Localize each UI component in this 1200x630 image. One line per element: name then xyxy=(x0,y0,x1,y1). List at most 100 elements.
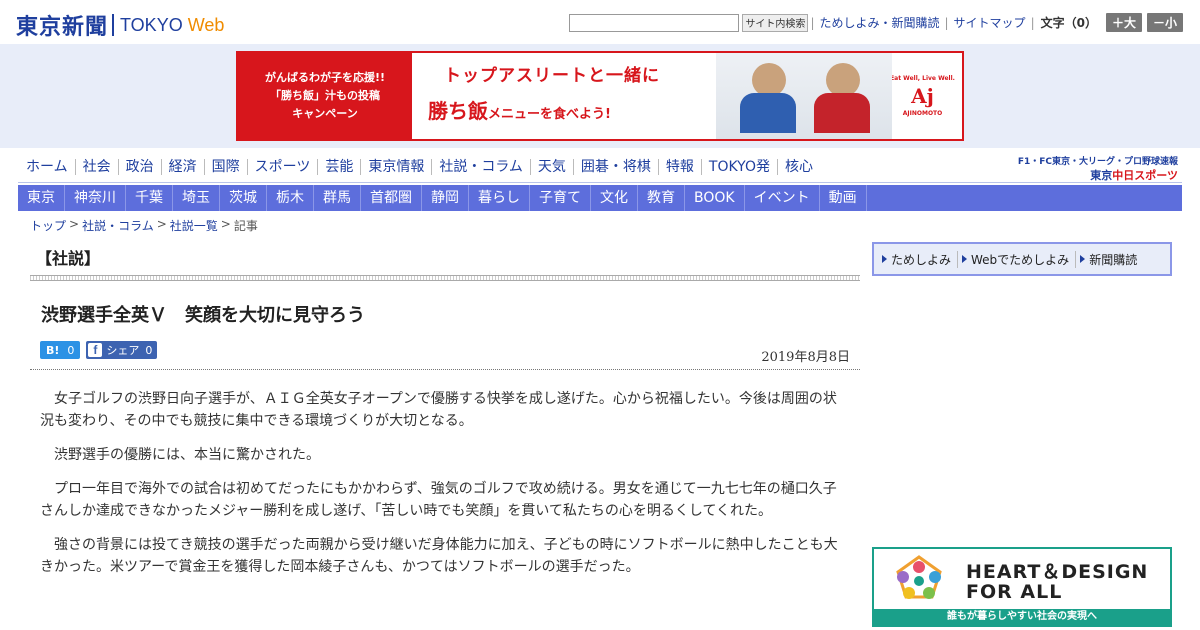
arrow-right-icon xyxy=(882,255,887,263)
region-item-book[interactable]: BOOK xyxy=(685,185,745,211)
region-item-gunma[interactable]: 群馬 xyxy=(314,185,361,211)
sports-link-prefix: 東京 xyxy=(1090,169,1113,182)
breadcrumb-separator: > xyxy=(69,217,80,231)
ad-athletes-photo xyxy=(716,53,892,139)
breadcrumb: トップ > 社説・コラム > 社説一覧 > 記事 xyxy=(30,217,258,234)
facebook-icon: f xyxy=(88,343,103,357)
nav-item-society[interactable]: 社会 xyxy=(76,159,119,175)
ad-brand-name: AJINOMOTO xyxy=(902,110,943,117)
share-buttons: B! 0 f シェア 0 xyxy=(40,341,158,359)
breadcrumb-current: 記事 xyxy=(233,219,258,233)
nav-item-tokyo-hatsu[interactable]: TOKYO発 xyxy=(702,159,778,175)
nav-item-economy[interactable]: 経済 xyxy=(162,159,205,175)
article-paragraph: プロ一年目で海外での試合は初めてだったにもかかわらず、強気のゴルフで攻め続ける。… xyxy=(40,481,837,519)
article-paragraph: 強さの背景には投てき競技の選手だった両親から受け継いだ身体能力に加え、子どもの時… xyxy=(40,537,838,575)
region-item-culture[interactable]: 文化 xyxy=(591,185,638,211)
logo-divider xyxy=(112,14,115,36)
trial-reading-link[interactable]: ためしよみ xyxy=(878,250,959,268)
site-search-button[interactable]: サイト内検索 xyxy=(742,13,809,32)
athlete-body-1 xyxy=(740,93,796,133)
chunichi-sports-link[interactable]: F1・FC東京・大リーグ・プロ野球速報 東京中日スポーツ xyxy=(1018,154,1178,183)
region-item-shutoken[interactable]: 首都圏 xyxy=(361,185,422,211)
ad-headline: トップアスリートと一緒に xyxy=(444,66,660,86)
trial-subscribe-link[interactable]: ためしよみ・新聞購読 xyxy=(819,14,939,31)
breadcrumb-separator: > xyxy=(220,217,231,231)
article-paragraph: 渋野選手の優勝には、本当に驚かされた。 xyxy=(54,447,320,463)
region-item-ibaraki[interactable]: 茨城 xyxy=(220,185,267,211)
nav-item-editorial-column[interactable]: 社説・コラム xyxy=(432,159,531,175)
ad-campaign-line: 「勝ち飯」汁もの投稿 xyxy=(270,89,380,102)
region-item-tokyo[interactable]: 東京 xyxy=(18,185,65,211)
hatena-bookmark-button[interactable]: B! 0 xyxy=(40,341,81,359)
nav-item-politics[interactable]: 政治 xyxy=(119,159,162,175)
breadcrumb-separator: > xyxy=(156,217,167,231)
subscribe-box: ためしよみ Webでためしよみ 新聞購読 xyxy=(872,242,1172,276)
nav-item-go-shogi[interactable]: 囲碁・将棋 xyxy=(574,159,659,175)
region-item-events[interactable]: イベント xyxy=(745,185,820,211)
utility-divider: | xyxy=(810,15,815,30)
font-increase-button[interactable]: ＋大 xyxy=(1105,13,1142,32)
site-logo[interactable]: 東京新聞 TOKYO Web xyxy=(16,9,224,41)
main-nav: ホーム 社会 政治 経済 国際 スポーツ 芸能 東京情報 社説・コラム 天気 囲… xyxy=(18,159,820,175)
nav-item-weather[interactable]: 天気 xyxy=(531,159,574,175)
sitemap-link[interactable]: サイトマップ xyxy=(954,14,1026,31)
nav-item-special-report[interactable]: 特報 xyxy=(659,159,702,175)
facebook-share-button[interactable]: f シェア 0 xyxy=(86,341,158,359)
nav-item-tokyo-info[interactable]: 東京情報 xyxy=(361,159,433,175)
region-item-video[interactable]: 動画 xyxy=(820,185,867,211)
facebook-share-label: シェア xyxy=(106,344,140,357)
region-item-kanagawa[interactable]: 神奈川 xyxy=(65,185,126,211)
sports-link-caption: F1・FC東京・大リーグ・プロ野球速報 xyxy=(1017,157,1178,167)
ad-subheadline: 勝ち飯メニューを食べよう! xyxy=(428,95,611,124)
region-item-chiba[interactable]: 千葉 xyxy=(126,185,173,211)
breadcrumb-top[interactable]: トップ xyxy=(30,217,66,234)
ad-banner[interactable]: がんばるわが子を応援!! 「勝ち飯」汁もの投稿 キャンペーン トップアスリートと… xyxy=(236,51,964,141)
ad-band: がんばるわが子を応援!! 「勝ち飯」汁もの投稿 キャンペーン トップアスリートと… xyxy=(0,44,1200,148)
sports-link-logo: 東京中日スポーツ xyxy=(1018,167,1178,183)
logo-web: Web xyxy=(187,14,225,35)
font-decrease-button[interactable]: －小 xyxy=(1146,13,1183,32)
region-item-saitama[interactable]: 埼玉 xyxy=(173,185,220,211)
athlete-head-1 xyxy=(752,63,786,97)
site-search-input[interactable] xyxy=(569,13,740,32)
heart-design-banner[interactable]: HEART＆DESIGN FOR ALL 誰もが暮らしやすい社会の実現へ xyxy=(872,547,1172,627)
nav-item-entertainment[interactable]: 芸能 xyxy=(318,159,362,175)
region-item-education[interactable]: 教育 xyxy=(638,185,685,211)
nav-divider xyxy=(18,182,1182,183)
nav-item-home[interactable]: ホーム xyxy=(18,159,76,175)
subscribe-label: ためしよみ xyxy=(891,252,952,267)
breadcrumb-editorial-list[interactable]: 社説一覧 xyxy=(170,217,218,234)
subscribe-label: 新聞購読 xyxy=(1089,252,1138,267)
arrow-right-icon xyxy=(962,255,968,263)
ajinomoto-logo-icon: Aj xyxy=(911,84,934,108)
facebook-share-count: 0 xyxy=(145,343,153,357)
web-trial-reading-link[interactable]: Webでためしよみ xyxy=(958,250,1077,268)
newspaper-subscribe-link[interactable]: 新聞購読 xyxy=(1076,251,1143,268)
utility-bar: サイト内検索 | ためしよみ・新聞購読 | サイトマップ | 文字（0） ＋大 … xyxy=(569,13,1183,32)
region-item-shizuoka[interactable]: 静岡 xyxy=(422,185,469,211)
subscribe-label: Webでためしよみ xyxy=(971,252,1070,267)
ad-sub-brand: 勝ち飯 xyxy=(428,99,488,123)
sports-link-brand: 中日スポーツ xyxy=(1112,169,1178,182)
hatena-bookmark-count: 0 xyxy=(67,343,75,357)
nav-item-international[interactable]: 国際 xyxy=(205,159,248,175)
athlete-head-2 xyxy=(826,63,860,97)
banner-title-line1: HEART＆DESIGN xyxy=(966,561,1149,583)
region-item-parenting[interactable]: 子育て xyxy=(530,185,591,211)
logo-kanji: 東京新聞 xyxy=(16,14,109,40)
section-divider xyxy=(30,275,860,281)
utility-divider: | xyxy=(1030,15,1035,30)
ad-sub-rest: メニューを食べよう! xyxy=(488,107,611,122)
hatena-bookmark-icon: B! xyxy=(46,343,60,357)
nav-item-sports[interactable]: スポーツ xyxy=(248,159,319,175)
athlete-body-2 xyxy=(814,93,870,133)
banner-title-line2: FOR ALL xyxy=(966,581,1063,603)
region-item-tochigi[interactable]: 栃木 xyxy=(267,185,314,211)
ad-main-panel: トップアスリートと一緒に 勝ち飯メニューを食べよう! xyxy=(412,53,892,139)
section-title: 【社説】 xyxy=(36,249,101,268)
breadcrumb-editorial-column[interactable]: 社説・コラム xyxy=(82,217,154,234)
region-nav: 東京 神奈川 千葉 埼玉 茨城 栃木 群馬 首都圏 静岡 暮らし 子育て 文化 … xyxy=(18,185,1182,211)
ad-campaign-line: キャンペーン xyxy=(292,107,358,120)
region-item-living[interactable]: 暮らし xyxy=(469,185,530,211)
nav-item-kakushin[interactable]: 核心 xyxy=(778,159,820,175)
